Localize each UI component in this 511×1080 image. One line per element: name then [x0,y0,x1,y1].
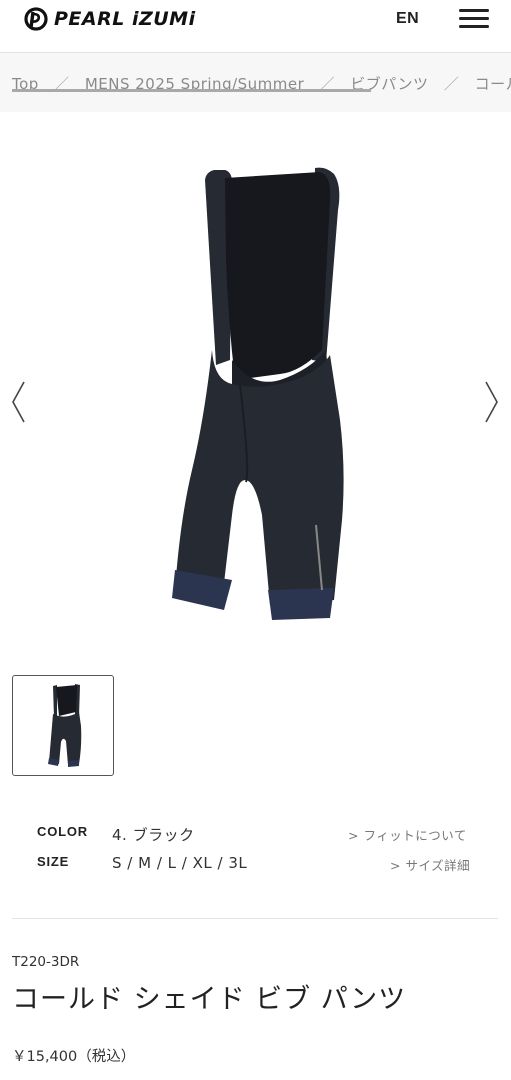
next-image-arrow-icon[interactable] [484,380,500,424]
size-value: S / M / L / XL / 3L [112,854,248,872]
product-thumbnail[interactable] [12,675,114,776]
hamburger-menu-icon[interactable] [459,9,489,29]
brand-logo[interactable]: PEARL iZUMi [24,5,196,33]
size-label: SIZE [37,854,70,869]
brand-wordmark: PEARL iZUMi [54,8,196,30]
color-label: COLOR [37,824,88,839]
thumbnail-image [48,684,82,767]
fit-info-link[interactable]: > フィットについて [348,825,467,844]
product-main-image [172,167,344,620]
product-price: ￥15,400（税込） [12,1049,136,1065]
breadcrumb: Top ／ MENS 2025 Spring/Summer ／ ビブパンツ ／ … [0,53,511,112]
prev-image-arrow-icon[interactable] [10,380,26,424]
pearl-izumi-logo-icon [24,7,48,31]
color-value: 4. ブラック [112,826,195,844]
language-switch[interactable]: EN [396,10,419,28]
site-header: PEARL iZUMi EN [0,0,511,53]
size-detail-link[interactable]: > サイズ詳細 [390,855,470,874]
breadcrumb-scrollbar[interactable] [12,89,371,92]
product-spec: COLOR 4. ブラック > フィットについて SIZE S / M / L … [0,815,511,895]
breadcrumb-item-current: コールド シェイド ビブ パンツ [474,75,511,93]
product-code: T220-3DR [12,954,80,970]
breadcrumb-separator: ／ [443,75,460,93]
product-name: コールド シェイド ビブ パンツ [12,984,407,1015]
divider [12,918,498,919]
